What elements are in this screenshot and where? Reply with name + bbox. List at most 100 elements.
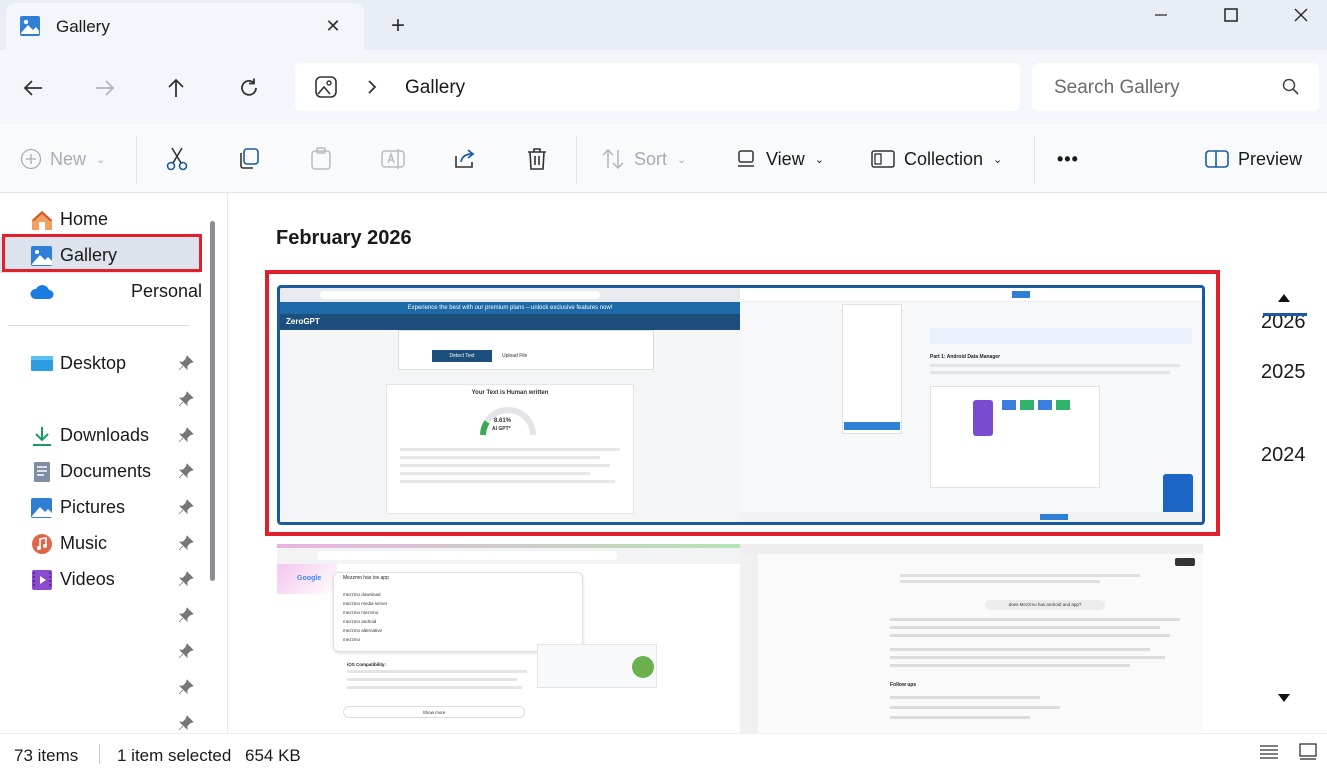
text-line: [347, 686, 522, 689]
sidebar-item-pinned-extra[interactable]: [0, 381, 200, 417]
music-icon: [32, 534, 52, 554]
rename-icon: [381, 149, 405, 169]
close-icon: [1294, 8, 1308, 22]
user-question: does Mezzmo has android and app?: [985, 600, 1105, 610]
see-more-button[interactable]: •••: [1057, 144, 1079, 174]
sidebar-item-downloads[interactable]: Downloads: [0, 417, 200, 453]
sidebar-item-videos[interactable]: Videos: [0, 561, 200, 597]
pin-icon[interactable]: [178, 643, 194, 659]
new-button[interactable]: New ⌄: [20, 144, 105, 174]
sidebar-item-pinned-extra[interactable]: [0, 669, 200, 705]
sidebar-item-personal[interactable]: Personal: [0, 273, 203, 309]
close-tab-icon[interactable]: ✕: [318, 11, 348, 41]
maximize-icon: [1224, 8, 1238, 22]
up-button[interactable]: [158, 70, 194, 106]
tiles-view-icon[interactable]: [1298, 743, 1318, 761]
sidebar-item-home[interactable]: Home: [0, 201, 200, 237]
videos-icon: [32, 570, 52, 590]
new-label: New: [50, 148, 87, 169]
gallery-thumbnail[interactable]: does Mezzmo has android and app? Follow …: [740, 544, 1203, 733]
gallery-thumbnail[interactable]: Google Mezzmo has ios app mezzmo downloa…: [277, 544, 740, 733]
sidebar-item-desktop[interactable]: Desktop: [0, 345, 200, 381]
timeline-year-2024[interactable]: 2024: [1261, 444, 1306, 467]
collection-icon: [871, 150, 895, 168]
new-tab-button[interactable]: +: [382, 10, 414, 42]
timeline-year-2025[interactable]: 2025: [1261, 361, 1306, 384]
search-input[interactable]: Search Gallery: [1054, 77, 1180, 99]
minimize-button[interactable]: [1126, 0, 1196, 30]
pin-icon[interactable]: [178, 607, 194, 623]
scissors-icon: [166, 147, 188, 171]
address-bar[interactable]: Gallery: [295, 63, 1020, 111]
text-line: [890, 626, 1160, 629]
pin-icon[interactable]: [178, 391, 194, 407]
details-view-icon[interactable]: [1259, 743, 1279, 761]
refresh-button[interactable]: [231, 70, 267, 106]
title-bar: Gallery ✕ +: [0, 0, 1327, 50]
sidebar-item-documents[interactable]: Documents: [0, 453, 200, 489]
text-line: [890, 706, 1060, 709]
paste-button[interactable]: [308, 144, 334, 174]
browser-toolbar: [740, 544, 1203, 554]
cut-button[interactable]: [164, 144, 190, 174]
view-label: View: [766, 148, 805, 169]
chevron-down-icon: ⌄: [96, 153, 106, 166]
back-button[interactable]: [15, 70, 51, 106]
share-button[interactable]: [452, 144, 478, 174]
sidebar-item-pictures[interactable]: Pictures: [0, 489, 200, 525]
sidebar-scrollbar[interactable]: [210, 221, 215, 581]
item-count: 73 items: [14, 746, 79, 765]
sidebar-item-label: Personal: [131, 281, 203, 301]
pin-icon[interactable]: [178, 499, 194, 515]
sidebar-item-music[interactable]: Music: [0, 525, 200, 561]
search-box[interactable]: Search Gallery: [1032, 63, 1319, 111]
sidebar-item-pinned-extra[interactable]: [0, 633, 200, 669]
pictures-icon: [31, 498, 52, 518]
gallery-content: February 2026 Experience the best with o…: [229, 193, 1327, 733]
pin-icon[interactable]: [178, 571, 194, 587]
navigation-pane: Home Gallery Personal Desktop Downloads …: [0, 193, 228, 733]
pin-icon[interactable]: [178, 463, 194, 479]
maximize-button[interactable]: [1196, 0, 1266, 30]
forward-button[interactable]: [87, 70, 123, 106]
copy-button[interactable]: [236, 144, 262, 174]
pin-icon[interactable]: [178, 535, 194, 551]
suggestion-item: mezzmo alternative: [343, 628, 383, 633]
tab-gallery[interactable]: Gallery ✕: [6, 3, 364, 50]
breadcrumb-gallery[interactable]: Gallery: [405, 77, 465, 99]
sidebar-item-pinned-extra[interactable]: [0, 597, 200, 633]
copy-icon: [240, 148, 259, 169]
timeline-current-marker: [1263, 313, 1307, 316]
pin-icon[interactable]: [178, 679, 194, 695]
timeline-down-arrow-icon[interactable]: [1277, 693, 1291, 703]
clipboard-icon: [311, 147, 331, 170]
pin-icon[interactable]: [178, 427, 194, 443]
collection-button[interactable]: Collection ⌄: [870, 144, 1002, 174]
refresh-icon: [241, 78, 257, 96]
pin-icon[interactable]: [178, 355, 194, 371]
sidebar-item-label: Music: [60, 533, 108, 553]
preview-button[interactable]: Preview: [1204, 144, 1302, 174]
arrow-up-icon: [168, 78, 184, 97]
sort-button[interactable]: Sort ⌄: [600, 144, 686, 174]
trash-icon: [528, 148, 546, 170]
suggestion-item: mezzmo android: [343, 619, 377, 624]
share-icon: [455, 149, 475, 168]
timeline-up-arrow-icon[interactable]: [1277, 293, 1291, 303]
chevron-down-icon: ⌄: [677, 153, 687, 166]
text-line: [890, 716, 1030, 719]
sidebar-item-label: Desktop: [60, 353, 127, 373]
close-window-button[interactable]: [1266, 0, 1327, 30]
text-line: [890, 664, 1130, 667]
sidebar-item-label: Home: [60, 209, 109, 229]
arrow-left-icon: [23, 80, 42, 96]
pin-icon[interactable]: [178, 715, 194, 731]
selection-count: 1 item selected: [117, 746, 232, 765]
view-button[interactable]: View ⌄: [736, 144, 824, 174]
delete-button[interactable]: [524, 144, 550, 174]
selection-highlight: [2, 234, 202, 272]
divider: [576, 136, 577, 184]
sort-label: Sort: [634, 148, 668, 169]
rename-button[interactable]: [380, 144, 406, 174]
selection-size: 654 KB: [245, 746, 301, 765]
